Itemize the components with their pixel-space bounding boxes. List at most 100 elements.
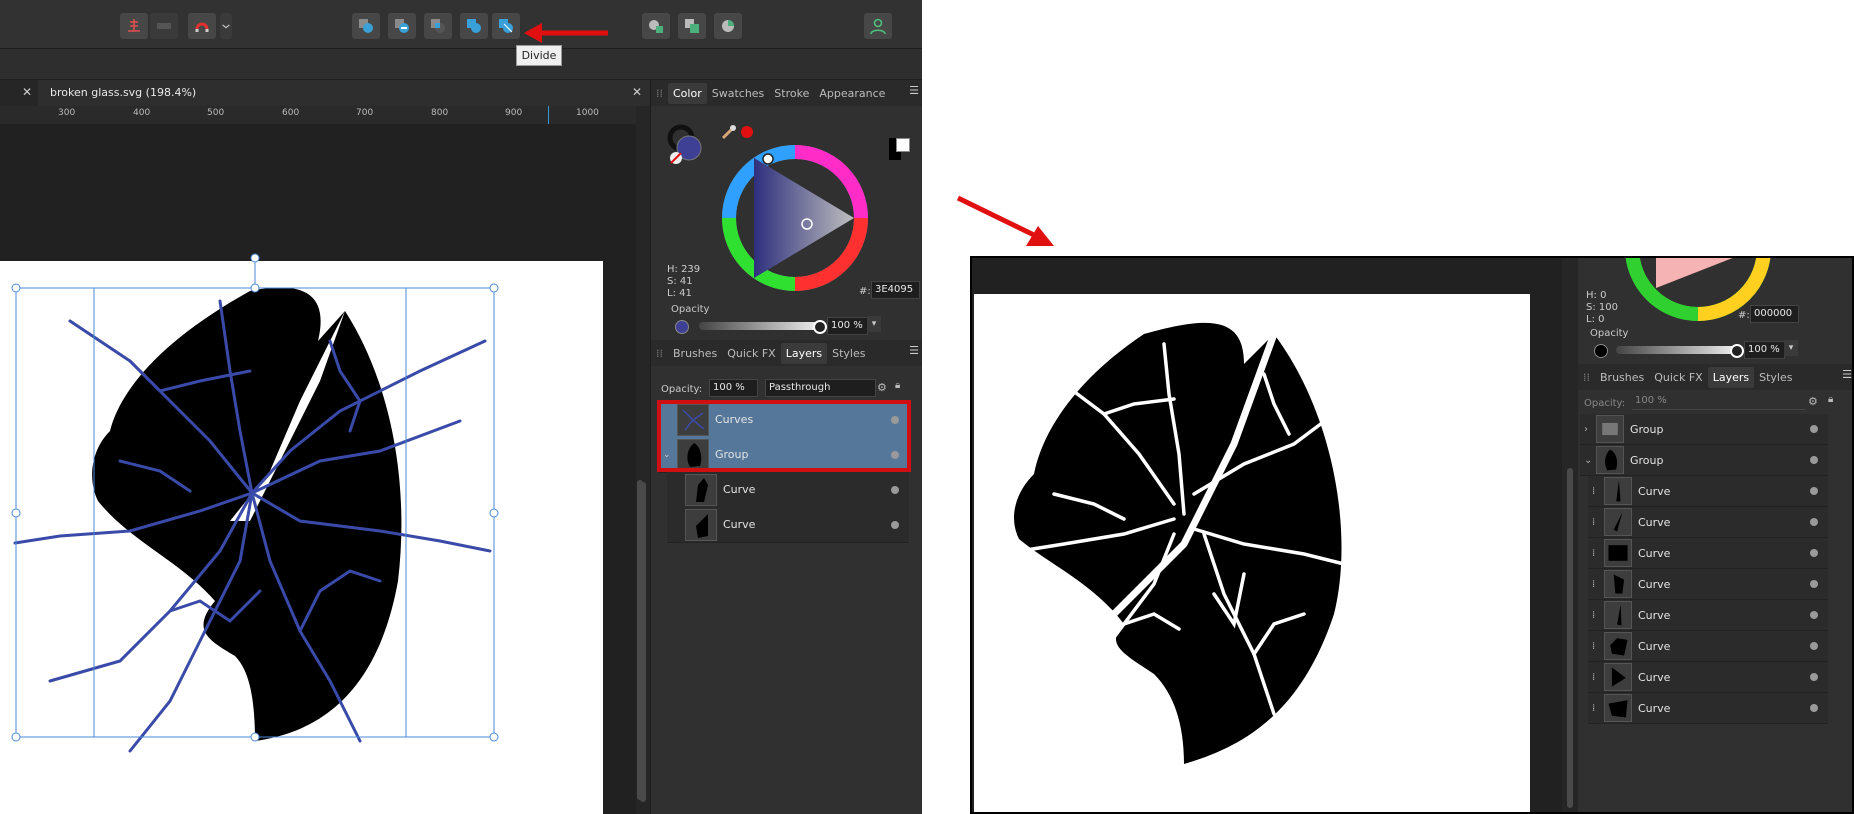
- tab-quick-fx[interactable]: Quick FX: [1649, 367, 1707, 388]
- picked-color-swatch[interactable]: [741, 126, 753, 138]
- layer-row[interactable]: › Group: [1580, 414, 1828, 445]
- opacity-slider-handle[interactable]: [1730, 344, 1744, 358]
- magnet-button[interactable]: [188, 13, 216, 39]
- color-picker-icon[interactable]: [721, 124, 737, 140]
- add-button[interactable]: [352, 13, 380, 39]
- layer-row[interactable]: ⁞ Curve: [1588, 476, 1828, 507]
- layer-grip-icon[interactable]: ⁞: [1592, 548, 1595, 559]
- panel-menu-icon[interactable]: ☰: [909, 344, 919, 357]
- visibility-toggle[interactable]: [891, 485, 899, 494]
- visibility-toggle[interactable]: [1810, 518, 1818, 526]
- close-tab-icon[interactable]: ✕: [632, 85, 642, 99]
- tab-brushes[interactable]: Brushes: [1595, 367, 1649, 388]
- chevron-down-icon[interactable]: ▾: [1784, 340, 1798, 356]
- tab-stroke[interactable]: Stroke: [769, 83, 814, 104]
- layer-row[interactable]: ⌄ Group: [1580, 445, 1828, 476]
- divided-glass-artwork[interactable]: [974, 294, 1530, 814]
- color-wheel[interactable]: [719, 142, 871, 294]
- layer-row[interactable]: ⁞ Curve: [1588, 507, 1828, 538]
- chevron-icon[interactable]: ›: [1584, 424, 1588, 435]
- user-icon: [870, 18, 886, 35]
- artboard[interactable]: [974, 294, 1530, 814]
- annotation-arrow-icon: [524, 23, 608, 43]
- opacity-input[interactable]: 100 %: [827, 317, 868, 335]
- panel-grip-icon[interactable]: ⁞⁞: [651, 83, 668, 104]
- layer-opacity-input[interactable]: 100 %: [709, 379, 758, 397]
- panel-scroll-thumb[interactable]: [637, 480, 643, 800]
- layer-grip-icon[interactable]: ⁞: [1592, 486, 1595, 497]
- layer-name: Curve: [1638, 484, 1671, 498]
- opacity-slider[interactable]: [1616, 346, 1736, 354]
- tab-layers[interactable]: Layers: [1707, 366, 1755, 388]
- tab-quick-fx[interactable]: Quick FX: [722, 343, 780, 364]
- layer-row[interactable]: ⁞ Curve: [1588, 631, 1828, 662]
- layer-row[interactable]: ⁞ Curve: [1588, 600, 1828, 631]
- visibility-toggle[interactable]: [891, 520, 899, 529]
- close-icon[interactable]: ✕: [22, 85, 32, 99]
- visibility-toggle[interactable]: [1810, 549, 1818, 557]
- layer-row-curve[interactable]: Curve: [667, 472, 909, 508]
- layer-opacity-input[interactable]: 100 %: [1632, 393, 1805, 410]
- layer-grip-icon[interactable]: ⁞: [1592, 579, 1595, 590]
- combine-button[interactable]: [642, 13, 670, 39]
- layer-row[interactable]: ⁞ Curve: [1588, 662, 1828, 693]
- vertical-scrollbar[interactable]: [1562, 258, 1578, 812]
- panel-grip-icon[interactable]: ⁞⁞: [1578, 367, 1595, 388]
- visibility-toggle[interactable]: [1810, 487, 1818, 495]
- opacity-input[interactable]: 100 %: [1744, 341, 1785, 359]
- layer-row-curve[interactable]: Curve: [667, 507, 909, 543]
- gear-icon[interactable]: ⚙: [877, 381, 887, 394]
- layer-grip-icon[interactable]: ⁞: [1592, 517, 1595, 528]
- intersect-button[interactable]: [424, 13, 452, 39]
- visibility-toggle[interactable]: [1810, 456, 1818, 464]
- chevron-icon[interactable]: ⌄: [1584, 455, 1592, 466]
- subtract-button[interactable]: [388, 13, 416, 39]
- tab-color[interactable]: Color: [668, 82, 707, 104]
- layer-row[interactable]: ⁞ Curve: [1588, 693, 1828, 724]
- opacity-slider[interactable]: [699, 322, 819, 330]
- layer-row[interactable]: ⁞ Curve: [1588, 569, 1828, 600]
- visibility-toggle[interactable]: [1810, 580, 1818, 588]
- fill-stroke-swatch[interactable]: [667, 122, 707, 168]
- chevron-down-icon: [222, 24, 230, 29]
- layer-grip-icon[interactable]: ⁞: [1592, 641, 1595, 652]
- visibility-toggle[interactable]: [1810, 425, 1818, 433]
- layer-row[interactable]: ⁞ Curve: [1588, 538, 1828, 569]
- layer-grip-icon[interactable]: ⁞: [1592, 672, 1595, 683]
- visibility-toggle[interactable]: [1810, 611, 1818, 619]
- personas-button[interactable]: [864, 13, 892, 39]
- panel-grip-icon[interactable]: ⁞⁞: [651, 343, 668, 364]
- toggle-button[interactable]: [150, 13, 178, 39]
- tab-brushes[interactable]: Brushes: [668, 343, 722, 364]
- blend-mode-select[interactable]: Passthrough: [765, 379, 876, 397]
- hex-input[interactable]: 3E4095: [871, 281, 920, 299]
- divide-button[interactable]: [492, 13, 520, 39]
- tab-styles[interactable]: Styles: [827, 343, 870, 364]
- layer-grip-icon[interactable]: ⁞: [1592, 610, 1595, 621]
- tab-styles[interactable]: Styles: [1754, 367, 1797, 388]
- pie-button[interactable]: [714, 13, 742, 39]
- lock-icon[interactable]: 🔒︎: [1828, 394, 1833, 405]
- duplicate-button[interactable]: [678, 13, 706, 39]
- panel-menu-icon[interactable]: ☰: [1842, 368, 1852, 381]
- snap-grid-button[interactable]: [120, 13, 148, 39]
- visibility-toggle[interactable]: [1810, 642, 1818, 650]
- tab-swatches[interactable]: Swatches: [707, 83, 770, 104]
- hex-input[interactable]: 000000: [1750, 305, 1799, 323]
- snap-options-button[interactable]: [220, 13, 232, 39]
- tab-layers[interactable]: Layers: [780, 342, 828, 364]
- document-tab[interactable]: broken glass.svg (198.4%) ✕: [38, 80, 650, 106]
- tab-appearance[interactable]: Appearance: [814, 83, 890, 104]
- layer-grip-icon[interactable]: ⁞: [1592, 703, 1595, 714]
- panel-menu-icon[interactable]: ☰: [909, 84, 919, 97]
- secondary-color-chip[interactable]: [896, 138, 910, 152]
- selection-bounding-box[interactable]: [0, 250, 510, 750]
- scrollbar-thumb[interactable]: [1567, 468, 1573, 808]
- visibility-toggle[interactable]: [1810, 704, 1818, 712]
- opacity-slider-handle[interactable]: [813, 320, 827, 334]
- lock-icon[interactable]: 🔒︎: [895, 380, 900, 391]
- visibility-toggle[interactable]: [1810, 673, 1818, 681]
- gear-icon[interactable]: ⚙: [1808, 395, 1818, 408]
- xor-button[interactable]: [460, 13, 488, 39]
- chevron-down-icon[interactable]: ▾: [867, 316, 881, 332]
